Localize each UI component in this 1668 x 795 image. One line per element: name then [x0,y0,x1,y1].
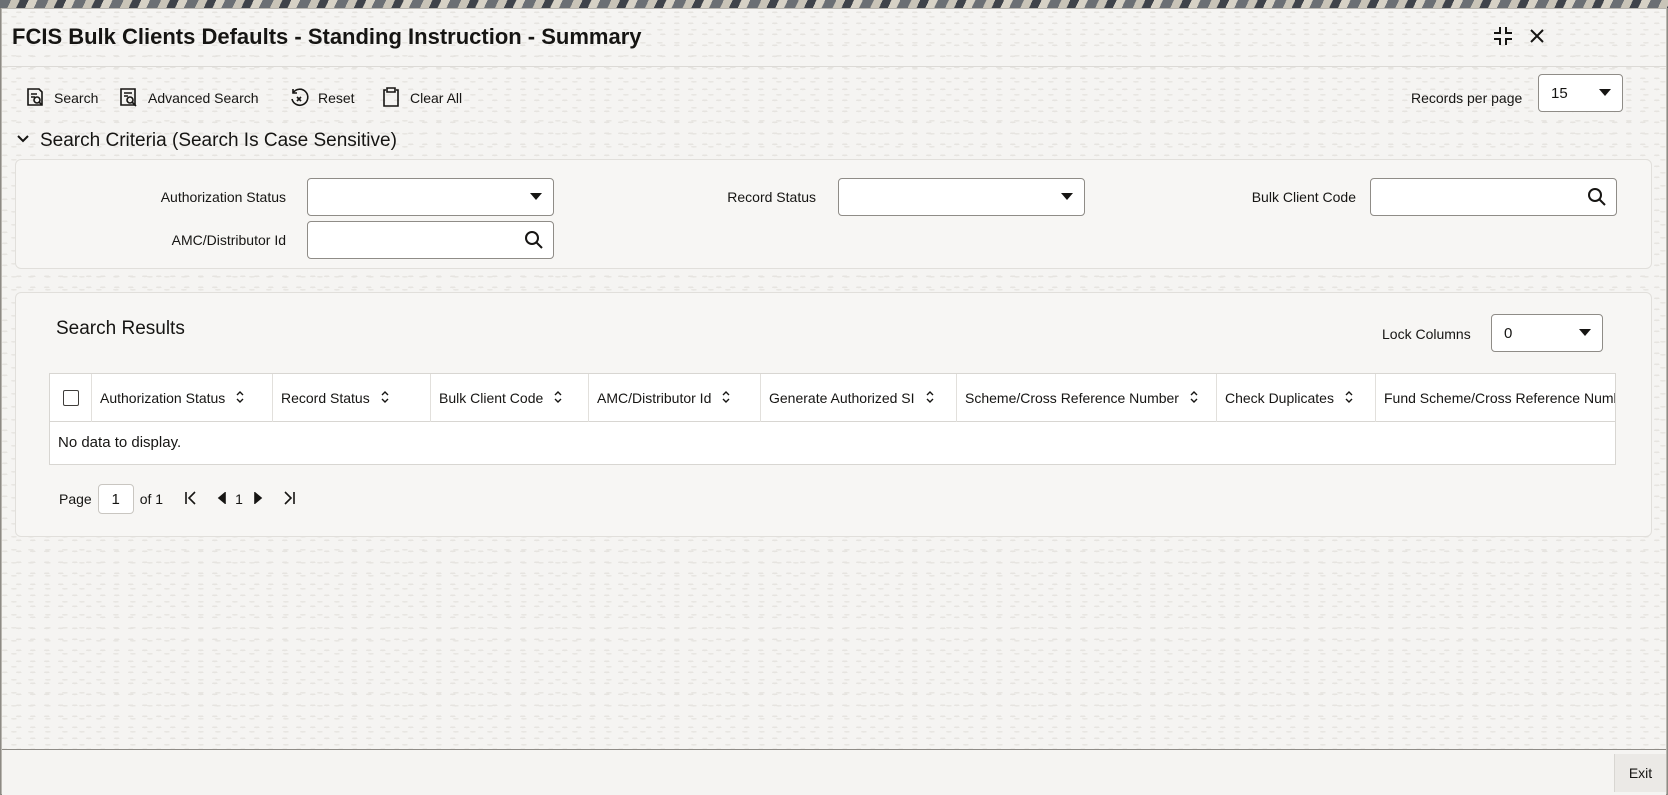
first-page-button[interactable] [183,490,199,509]
lock-columns-label: Lock Columns [1382,326,1471,342]
footer-bar: Exit [2,749,1666,795]
page-total-label: of 1 [139,491,164,507]
select-all-checkbox[interactable] [62,390,79,406]
column-header-generate-authorized-si[interactable]: Generate Authorized SI [761,374,957,422]
prev-page-icon [217,491,227,507]
dropdown-caret-icon [1579,329,1591,336]
sort-icon[interactable] [235,390,245,407]
sort-icon[interactable] [1344,390,1354,407]
pagination: Page 1 of 1 1 [59,483,297,515]
close-icon [1528,27,1546,50]
search-criteria-toggle[interactable]: Search Criteria (Search Is Case Sensitiv… [16,127,397,155]
records-per-page-select[interactable]: 15 [1538,74,1623,112]
reset-button-label: Reset [318,90,355,106]
results-table-header: Authorization Status Record Status Bulk … [50,374,1616,422]
search-button-label: Search [54,90,99,106]
lock-columns-value: 0 [1504,324,1513,342]
column-header-label: Record Status [281,390,370,406]
dropdown-caret-icon [530,193,542,200]
next-page-icon [253,491,263,507]
search-icon[interactable] [524,230,544,255]
search-button[interactable]: Search [24,84,98,112]
sort-icon[interactable] [721,390,731,407]
amc-distributor-id-input[interactable] [307,221,554,259]
authorization-status-select[interactable] [307,178,554,216]
bulk-client-code-input[interactable] [1370,178,1617,216]
results-table: Authorization Status Record Status Bulk … [49,373,1616,465]
column-header-label: Fund Scheme/Cross Reference Number [1384,390,1616,406]
dropdown-caret-icon [1061,193,1073,200]
clear-all-button[interactable]: Clear All [380,84,462,112]
no-data-message: No data to display. [58,434,182,451]
authorization-status-label: Authorization Status [160,189,286,205]
toolbar: Search Advanced Search Reset Clear All R… [2,74,1666,117]
last-page-button[interactable] [281,490,297,509]
clear-all-button-label: Clear All [410,90,463,106]
sort-icon[interactable] [553,390,563,407]
record-status-select[interactable] [838,178,1085,216]
column-header-record-status[interactable]: Record Status [273,374,431,422]
search-icon [24,86,46,111]
last-page-icon [281,490,297,509]
summary-window: FCIS Bulk Clients Defaults - Standing In… [1,8,1667,795]
sort-icon[interactable] [1189,390,1199,407]
column-header-check-duplicates[interactable]: Check Duplicates [1217,374,1376,422]
records-per-page-value: 15 [1551,84,1568,102]
previous-page-button[interactable] [217,491,227,507]
advanced-search-button-label: Advanced Search [148,90,259,106]
column-header-scheme-cross-reference-number[interactable]: Scheme/Cross Reference Number [957,374,1217,422]
search-icon[interactable] [1587,187,1607,212]
title-bar: FCIS Bulk Clients Defaults - Standing In… [2,9,1666,67]
column-header-bulk-client-code[interactable]: Bulk Client Code [431,374,589,422]
collapse-window-button[interactable] [1490,25,1516,51]
search-results-panel: Search Results Lock Columns 0 Authorizat… [15,292,1652,537]
select-all-cell [50,374,92,422]
column-header-label: Scheme/Cross Reference Number [965,390,1179,406]
search-criteria-panel: Authorization Status Record Status Bulk … [15,159,1652,269]
search-criteria-title: Search Criteria (Search Is Case Sensitiv… [40,130,397,151]
search-results-title: Search Results [56,318,185,339]
advanced-search-icon [118,86,140,111]
reset-icon [288,86,310,111]
amc-distributor-id-label: AMC/Distributor Id [171,232,286,248]
page-number-input-value: 1 [111,490,120,508]
collapse-icon [1492,25,1514,52]
column-header-fund-scheme-cross-reference-number[interactable]: Fund Scheme/Cross Reference Number [1376,374,1616,422]
reset-button[interactable]: Reset [288,84,355,112]
close-window-button[interactable] [1524,25,1550,51]
sort-icon[interactable] [380,390,390,407]
column-header-authorization-status[interactable]: Authorization Status [92,374,273,422]
column-header-label: Bulk Client Code [439,390,544,406]
column-header-label: Check Duplicates [1225,390,1334,406]
clipboard-clear-icon [380,86,402,111]
column-header-amc-distributor-id[interactable]: AMC/Distributor Id [589,374,761,422]
exit-button[interactable]: Exit [1614,754,1666,792]
sort-icon[interactable] [925,390,935,407]
window-title: FCIS Bulk Clients Defaults - Standing In… [12,24,642,49]
page-number-input[interactable]: 1 [97,484,134,514]
record-status-label: Record Status [727,189,816,205]
current-page-number[interactable]: 1 [235,491,243,507]
column-header-label: Generate Authorized SI [769,390,915,406]
column-header-label: Authorization Status [100,390,226,406]
advanced-search-button[interactable]: Advanced Search [118,84,259,112]
page-label: Page [59,491,92,507]
dropdown-caret-icon [1599,89,1611,96]
column-header-label: AMC/Distributor Id [597,390,712,406]
next-page-button[interactable] [253,491,263,507]
lock-columns-select[interactable]: 0 [1491,314,1603,352]
chevron-down-icon [16,132,30,151]
records-per-page-label: Records per page [1411,90,1523,106]
first-page-icon [183,490,199,509]
background-strip [0,0,1668,8]
bulk-client-code-label: Bulk Client Code [1251,189,1356,205]
